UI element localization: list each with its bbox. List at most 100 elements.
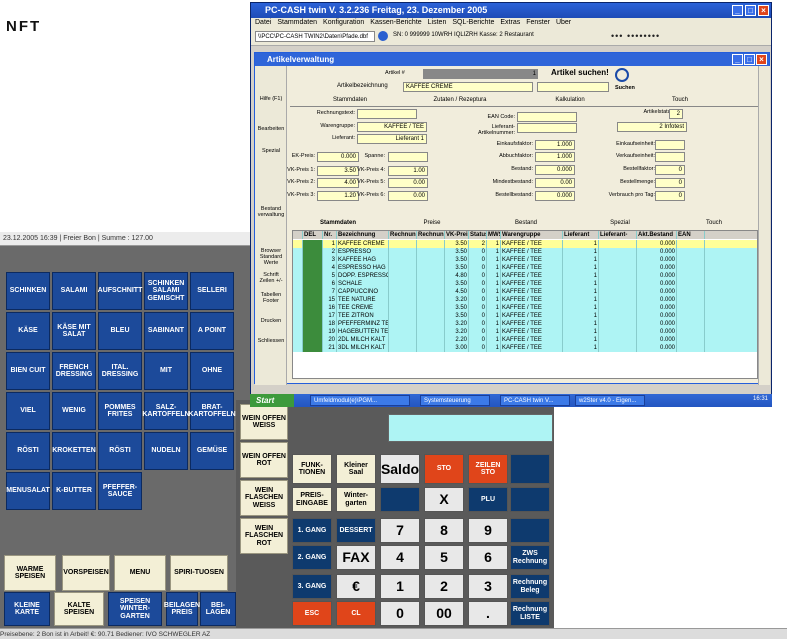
grid-cell[interactable] [677, 296, 705, 304]
pos-wine-button[interactable]: WEIN FLASCHEN ROT [240, 518, 288, 554]
grid-cell[interactable] [389, 304, 417, 312]
pos-article-button[interactable]: RÖSTI [6, 432, 50, 470]
taskbar-item[interactable]: w2Ster v4.0 - Eigen... [575, 395, 645, 406]
grid-cell[interactable]: 2 [469, 240, 487, 248]
key-DESSERT[interactable]: DESSERT [336, 518, 376, 543]
warengruppe-select[interactable]: KAFFEE / TEE [357, 122, 427, 132]
grid-cell[interactable]: PFEFFERMINZ TEE [337, 320, 389, 328]
grid-cell[interactable]: 20 [323, 336, 337, 344]
grid-cell[interactable]: 0 [469, 320, 487, 328]
grid-cell[interactable]: 1 [487, 328, 501, 336]
grid-cell[interactable] [303, 320, 323, 328]
search-icon[interactable] [615, 68, 629, 82]
pos-category-button[interactable]: KLEINE KARTE [4, 592, 50, 626]
key-9[interactable]: 9 [468, 518, 508, 543]
grid-cell[interactable] [599, 336, 637, 344]
menu-item[interactable]: Datei [255, 19, 271, 26]
inner-maximize-button[interactable]: □ [744, 54, 755, 65]
pos-article-button[interactable]: BLEU [98, 312, 142, 350]
grid-cell[interactable] [389, 248, 417, 256]
key-1[interactable]: FAX [336, 545, 376, 570]
grid-cell[interactable]: 21 [323, 344, 337, 352]
grid-cell[interactable]: 0 [469, 336, 487, 344]
grid-cell[interactable] [303, 312, 323, 320]
table-row[interactable]: 16 TEE CREME 3.50 0 1 KAFFEE / TEE 1 0.000 [293, 304, 757, 312]
taskbar-item[interactable]: PC-CASH twin V... [500, 395, 570, 406]
grid-cell[interactable]: 0.000 [637, 248, 677, 256]
grid-cell[interactable]: 3.50 [445, 304, 469, 312]
grid-tab[interactable]: Spezial [574, 220, 666, 226]
grid-cell[interactable] [599, 304, 637, 312]
grid-cell[interactable]: 1 [563, 344, 599, 352]
pos-article-button[interactable]: A POINT [190, 312, 234, 350]
grid-cell[interactable]: 0 [469, 344, 487, 352]
bestellfaktor-field[interactable]: 0 [655, 165, 685, 175]
grid-cell[interactable]: 1 [487, 312, 501, 320]
pos-article-button[interactable]: RÖSTI [98, 432, 142, 470]
pos-category-button[interactable]: WARME SPEISEN [4, 555, 56, 591]
table-row[interactable]: 4 ESPRESSO HAG 3.50 0 1 KAFFEE / TEE 1 0.000 [293, 264, 757, 272]
grid-cell[interactable]: KAFFEE / TEE [501, 256, 563, 264]
grid-cell[interactable]: 0.000 [637, 240, 677, 248]
spanne-field[interactable] [388, 152, 428, 162]
grid-cell[interactable] [599, 272, 637, 280]
grid-cell[interactable]: 1 [487, 256, 501, 264]
grid-cell[interactable]: 1 [487, 240, 501, 248]
grid-cell[interactable] [417, 312, 445, 320]
table-row[interactable]: 19 HAGEBUTTEN TEE 3.20 0 1 KAFFEE / TEE 1 0.000 [293, 328, 757, 336]
grid-cell[interactable] [677, 272, 705, 280]
bez-field[interactable]: KAFFEE CREME [403, 82, 533, 92]
grid-cell[interactable] [417, 344, 445, 352]
pos-article-button[interactable]: OHNE [190, 352, 234, 390]
menu-item[interactable]: Fenster [526, 19, 550, 26]
grid-cell[interactable] [417, 264, 445, 272]
grid-cell[interactable] [677, 312, 705, 320]
grid-cell[interactable]: KAFFEE / TEE [501, 312, 563, 320]
grid-cell[interactable]: 3 [323, 256, 337, 264]
grid-cell[interactable] [599, 344, 637, 352]
grid-cell[interactable] [677, 344, 705, 352]
grid-cell[interactable] [303, 288, 323, 296]
grid-cell[interactable] [599, 320, 637, 328]
grid-cell[interactable] [303, 248, 323, 256]
pos-category-button[interactable]: VORSPEISEN [62, 555, 110, 591]
grid-cell[interactable] [677, 256, 705, 264]
einkaufsfaktor-field[interactable]: 1.000 [535, 140, 575, 150]
table-row[interactable]: 21 3DL MILCH KALT 3.00 0 1 KAFFEE / TEE 1 0.000 [293, 344, 757, 352]
start-button[interactable]: Start [250, 394, 294, 407]
key-5[interactable]: ZWS Rechnung [510, 545, 550, 570]
grid-cell[interactable]: KAFFEE HAG [337, 256, 389, 264]
pos-category-button[interactable]: SPIRI-TUOSEN [170, 555, 228, 591]
table-row[interactable]: 17 TEE ZITRON 3.50 0 1 KAFFEE / TEE 1 0.000 [293, 312, 757, 320]
menu-item[interactable]: Listen [428, 19, 447, 26]
grid-cell[interactable]: KAFFEE / TEE [501, 240, 563, 248]
menu-item[interactable]: SQL-Berichte [452, 19, 494, 26]
minimize-button[interactable]: _ [732, 5, 743, 16]
grid-cell[interactable]: KAFFEE / TEE [501, 336, 563, 344]
grid-cell[interactable]: 0.000 [637, 304, 677, 312]
grid-cell[interactable] [303, 328, 323, 336]
grid-cell[interactable]: 1 [487, 304, 501, 312]
pos-category-button[interactable]: BEILAGEN PREIS [164, 592, 200, 626]
key-2[interactable]: 0 [380, 601, 420, 626]
pos-wine-button[interactable]: WEIN OFFEN ROT [240, 442, 288, 478]
grid-cell[interactable] [677, 264, 705, 272]
rechnungstext-field[interactable] [357, 109, 417, 119]
pos-category-button[interactable]: SPEISEN WINTER-GARTEN [108, 592, 162, 626]
grid-cell[interactable]: KAFFEE / TEE [501, 296, 563, 304]
pos-article-button[interactable]: MENUSALAT [6, 472, 50, 510]
grid-cell[interactable]: 7 [323, 288, 337, 296]
table-row[interactable]: 7 CAPPUCCINO 4.50 0 1 KAFFEE / TEE 1 0.000 [293, 288, 757, 296]
pos-article-button[interactable]: POMMES FRITES [98, 392, 142, 430]
grid-cell[interactable] [599, 280, 637, 288]
grid-cell[interactable]: 19 [323, 328, 337, 336]
grid-cell[interactable]: TEE CREME [337, 304, 389, 312]
grid-cell[interactable]: 0.000 [637, 344, 677, 352]
grid-cell[interactable]: 3.50 [445, 256, 469, 264]
grid-cell[interactable]: 1 [563, 256, 599, 264]
verkaufseinheit-field[interactable] [655, 152, 685, 162]
grid-cell[interactable]: 0.000 [637, 336, 677, 344]
bestellmenge-field[interactable]: 0 [655, 178, 685, 188]
pos-article-button[interactable]: KROKETTEN [52, 432, 96, 470]
grid-cell[interactable]: 1 [563, 288, 599, 296]
